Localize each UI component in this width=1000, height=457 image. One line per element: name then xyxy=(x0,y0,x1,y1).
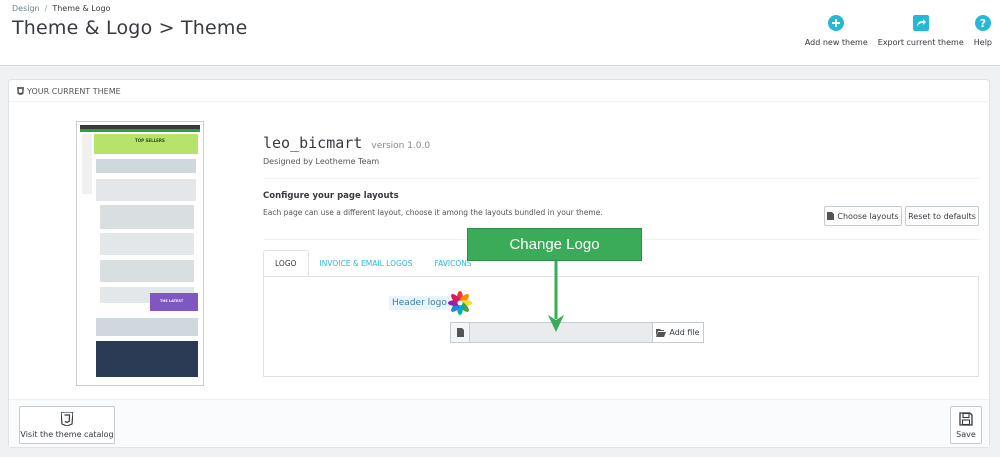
choose-layouts-label: Choose layouts xyxy=(837,211,899,221)
designed-by: Designed by Leotheme Team xyxy=(263,157,380,166)
header-logo-label: Header logo xyxy=(389,296,450,310)
theme-name-text: leo_bicmart xyxy=(263,134,363,152)
theme-preview-image: TOP SELLERS THE LATEST xyxy=(76,121,204,386)
header-logo-image xyxy=(448,291,472,315)
add-file-button[interactable]: Add file xyxy=(652,323,703,342)
html5-icon xyxy=(61,411,73,426)
export-current-theme-button[interactable]: Export current theme xyxy=(878,14,964,47)
breadcrumb-separator: / xyxy=(44,4,48,13)
header-logo-file-input[interactable]: Add file xyxy=(450,322,704,343)
visit-theme-catalog-label: Visit the theme catalog xyxy=(20,429,114,439)
choose-layouts-button[interactable]: Choose layouts xyxy=(824,206,902,226)
help-label: Help xyxy=(973,38,992,47)
current-theme-panel: YOUR CURRENT THEME TOP SELLERS THE LATES… xyxy=(8,79,990,448)
theme-name: leo_bicmart version 1.0.0 xyxy=(263,134,430,152)
share-icon xyxy=(912,14,929,31)
breadcrumb: Design / Theme & Logo xyxy=(12,4,110,13)
breadcrumb-parent[interactable]: Design xyxy=(12,4,40,13)
save-icon xyxy=(959,411,973,426)
latest-banner-text: THE LATEST xyxy=(160,299,184,303)
breadcrumb-current: Theme & Logo xyxy=(52,4,111,13)
file-icon xyxy=(827,212,835,220)
theme-version: version 1.0.0 xyxy=(371,141,431,151)
logo-tab-content: Header logo Add file xyxy=(263,276,979,377)
add-new-theme-button[interactable]: Add new theme xyxy=(805,14,868,47)
file-icon xyxy=(451,323,470,342)
reset-to-defaults-button[interactable]: Reset to defaults xyxy=(905,206,979,226)
question-circle-icon: ? xyxy=(974,14,991,31)
toolbar: Add new theme Export current theme ? Hel… xyxy=(805,14,992,47)
page-title: Theme & Logo > Theme xyxy=(12,17,248,39)
save-label: Save xyxy=(956,429,976,439)
theme-screenshot: TOP SELLERS THE LATEST xyxy=(80,125,200,382)
panel-heading: YOUR CURRENT THEME xyxy=(9,80,989,102)
html5-shield-icon xyxy=(17,87,24,95)
arrow-down-icon xyxy=(548,261,564,332)
panel-footer: Visit the theme catalog Save xyxy=(9,399,989,447)
svg-text:?: ? xyxy=(980,17,986,30)
reset-to-defaults-label: Reset to defaults xyxy=(908,211,976,221)
change-logo-callout: Change Logo xyxy=(467,228,642,261)
tab-logo[interactable]: LOGO xyxy=(263,250,309,277)
plus-circle-icon xyxy=(828,14,845,31)
visit-theme-catalog-button[interactable]: Visit the theme catalog xyxy=(19,406,115,444)
add-file-label: Add file xyxy=(669,328,700,337)
promo-banner-text: TOP SELLERS xyxy=(135,138,165,143)
export-current-theme-label: Export current theme xyxy=(877,38,964,47)
save-button[interactable]: Save xyxy=(950,406,982,444)
help-button[interactable]: ? Help xyxy=(974,14,992,47)
panel-heading-label: YOUR CURRENT THEME xyxy=(27,87,121,96)
page-header: Design / Theme & Logo Theme & Logo > Theme… xyxy=(0,0,1000,66)
add-new-theme-label: Add new theme xyxy=(804,38,868,47)
folder-open-icon xyxy=(656,328,667,337)
configure-layouts-description: Each page can use a different layout, ch… xyxy=(263,208,603,217)
configure-layouts-title: Configure your page layouts xyxy=(263,191,399,201)
tab-invoice-email-logos[interactable]: INVOICE & EMAIL LOGOS xyxy=(309,250,424,277)
divider xyxy=(263,178,979,179)
